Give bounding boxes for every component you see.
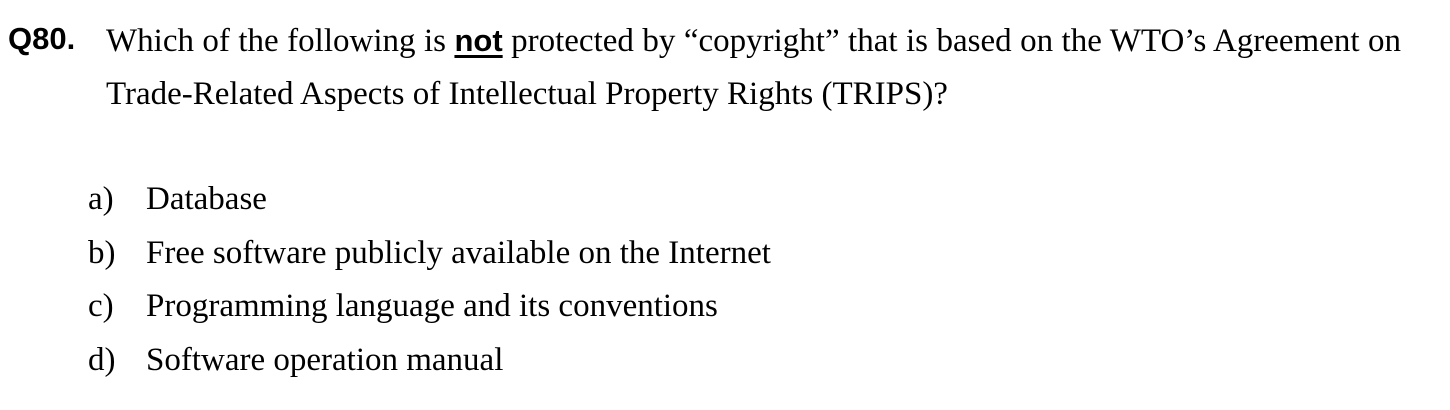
question-emphasis: not (454, 23, 503, 58)
answer-options: a) Database b) Free software publicly av… (88, 173, 771, 387)
option-text: Database (146, 181, 267, 217)
option-a[interactable]: a) Database (88, 173, 771, 227)
option-letter: b) (88, 234, 116, 271)
option-b[interactable]: b) Free software publicly available on t… (88, 227, 771, 281)
option-letter: d) (88, 341, 116, 378)
option-letter: a) (88, 181, 114, 217)
option-text: Programming language and its conventions (146, 288, 718, 324)
option-text: Software operation manual (146, 341, 504, 378)
option-letter: c) (88, 288, 114, 324)
question-text: Which of the following is not protected … (106, 14, 1401, 121)
option-text: Free software publicly available on the … (146, 234, 771, 271)
option-c[interactable]: c) Programming language and its conventi… (88, 280, 771, 334)
option-d[interactable]: d) Software operation manual (88, 334, 771, 388)
question-number: Q80. (8, 21, 76, 56)
question-text-before: Which of the following is (106, 23, 455, 59)
